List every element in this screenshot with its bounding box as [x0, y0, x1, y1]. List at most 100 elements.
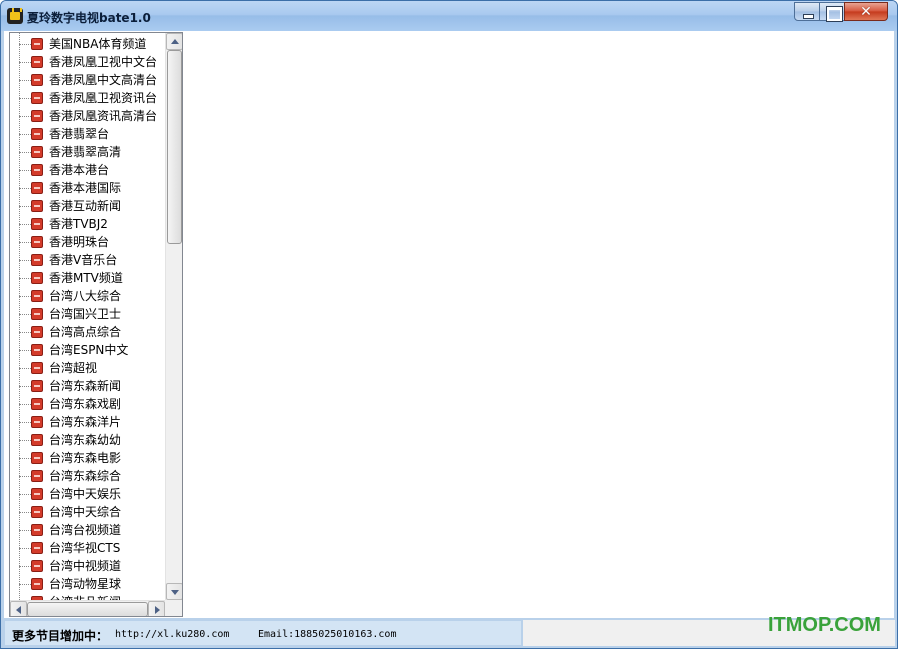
channel-icon — [31, 236, 43, 248]
channel-item[interactable]: 台湾台视频道 — [10, 521, 165, 539]
channel-label: 香港凤凰资讯高清台 — [49, 109, 158, 123]
channel-label: 香港互动新闻 — [49, 199, 122, 213]
channel-label: 香港凤凰中文高清台 — [49, 73, 158, 87]
channel-icon — [31, 452, 43, 464]
channel-item[interactable]: 台湾东森戏剧 — [10, 395, 165, 413]
channel-item[interactable]: 香港MTV频道 — [10, 269, 165, 287]
tree-branch-line — [19, 62, 31, 63]
channel-label: 台湾华视CTS — [49, 541, 121, 555]
channel-item[interactable]: 香港明珠台 — [10, 233, 165, 251]
tree-branch-line — [19, 404, 31, 405]
client-area: 美国NBA体育频道 香港凤凰卫视中文台香港凤凰中文高清台 香港凤凰卫视资讯台 香港凤凰… — [4, 31, 894, 618]
vertical-scrollbar[interactable] — [165, 33, 182, 600]
channel-item[interactable]: 香港凤凰卫视中文台 — [10, 53, 165, 71]
scroll-down-button[interactable] — [166, 583, 182, 600]
channel-item[interactable]: 台湾ESPN中文 — [10, 341, 165, 359]
channel-item[interactable]: 台湾东森综合 — [10, 467, 165, 485]
channel-label: 台湾东森洋片 — [49, 415, 122, 429]
minimize-icon — [795, 3, 819, 20]
tv-app-icon — [7, 8, 23, 24]
tree-branch-line — [19, 548, 31, 549]
channel-item[interactable]: 台湾非凡新闻 — [10, 593, 165, 600]
horizontal-scroll-thumb[interactable] — [27, 602, 148, 616]
channel-label: 台湾东森新闻 — [49, 379, 122, 393]
tree-branch-line — [19, 584, 31, 585]
channel-item[interactable]: 香港本港台 — [10, 161, 165, 179]
channel-icon — [31, 326, 43, 338]
channel-item[interactable]: 台湾中天娱乐 — [10, 485, 165, 503]
channel-label: 台湾台视频道 — [49, 523, 122, 537]
tree-branch-line — [19, 116, 31, 117]
tree-branch-line — [19, 188, 31, 189]
channel-icon — [31, 110, 43, 122]
channel-icon — [31, 200, 43, 212]
channel-item[interactable]: 台湾动物星球 — [10, 575, 165, 593]
channel-item[interactable]: 香港翡翠台 — [10, 125, 165, 143]
tree-branch-line — [19, 80, 31, 81]
title-bar[interactable]: 夏玲数字电视bate1.0 ✕ — [1, 1, 897, 31]
channel-item[interactable]: 台湾东森洋片 — [10, 413, 165, 431]
channel-label: 香港本港国际 — [49, 181, 122, 195]
channel-item[interactable]: 台湾华视CTS — [10, 539, 165, 557]
close-button[interactable]: ✕ — [844, 2, 888, 21]
scroll-up-button[interactable] — [166, 33, 182, 50]
channel-item[interactable]: 台湾高点综合 — [10, 323, 165, 341]
channel-icon — [31, 362, 43, 374]
channel-item[interactable]: 香港凤凰资讯高清台 — [10, 107, 165, 125]
watermark-text: ITMOP.COM — [768, 614, 881, 636]
scroll-right-button[interactable] — [148, 601, 165, 616]
channel-label: 香港翡翠高清 — [49, 145, 122, 159]
channel-item[interactable]: 香港凤凰中文高清台 — [10, 71, 165, 89]
channel-label: 香港明珠台 — [49, 235, 110, 249]
channel-label: 香港TVBJ2 — [49, 217, 108, 231]
channel-icon — [31, 542, 43, 554]
channel-icon — [31, 92, 43, 104]
scrollbar-corner — [165, 600, 182, 616]
channel-item[interactable]: 台湾东森幼幼 — [10, 431, 165, 449]
status-email: Email:1885025010163.com — [258, 629, 397, 640]
channel-item[interactable]: 台湾东森电影 — [10, 449, 165, 467]
arrow-left-icon — [16, 606, 21, 614]
channel-label: 香港凤凰卫视资讯台 — [49, 91, 158, 105]
channel-item[interactable]: 台湾中天综合 — [10, 503, 165, 521]
tree-branch-line — [19, 350, 31, 351]
video-view[interactable] — [185, 31, 894, 618]
channel-item[interactable]: 台湾东森新闻 — [10, 377, 165, 395]
status-bar: 更多节目增加中： http://xl.ku280.com Email:18850… — [4, 620, 522, 646]
channel-tree[interactable]: 美国NBA体育频道 香港凤凰卫视中文台香港凤凰中文高清台 香港凤凰卫视资讯台 香港凤凰… — [9, 32, 183, 617]
channel-item[interactable]: 香港凤凰卫视资讯台 — [10, 89, 165, 107]
channel-icon — [31, 524, 43, 536]
arrow-up-icon — [171, 39, 179, 44]
tree-branch-line — [19, 170, 31, 171]
status-url: http://xl.ku280.com — [115, 629, 230, 640]
tree-branch-line — [19, 476, 31, 477]
maximize-button[interactable] — [819, 2, 845, 22]
horizontal-scrollbar[interactable] — [10, 600, 165, 616]
channel-item[interactable]: 美国NBA体育频道 — [10, 35, 165, 53]
channel-item[interactable]: 香港TVBJ2 — [10, 215, 165, 233]
scroll-left-button[interactable] — [10, 601, 27, 616]
tree-branch-line — [19, 44, 31, 45]
channel-item[interactable]: 香港翡翠高清 — [10, 143, 165, 161]
tree-branch-line — [19, 260, 31, 261]
channel-item[interactable]: 台湾八大综合 — [10, 287, 165, 305]
channel-item[interactable]: 台湾国兴卫士 — [10, 305, 165, 323]
channel-icon — [31, 182, 43, 194]
tree-branch-line — [19, 368, 31, 369]
channel-icon — [31, 506, 43, 518]
vertical-scroll-thumb[interactable] — [167, 50, 182, 244]
tree-branch-line — [19, 206, 31, 207]
window-title: 夏玲数字电视bate1.0 — [27, 11, 151, 25]
channel-item[interactable]: 台湾超视 — [10, 359, 165, 377]
channel-label: 香港翡翠台 — [49, 127, 110, 141]
channel-label: 台湾东森戏剧 — [49, 397, 122, 411]
tree-branch-line — [19, 224, 31, 225]
channel-item[interactable]: 台湾中视频道 — [10, 557, 165, 575]
channel-item[interactable]: 香港本港国际 — [10, 179, 165, 197]
channel-item[interactable]: 香港V音乐台 — [10, 251, 165, 269]
minimize-button[interactable] — [794, 2, 820, 21]
channel-item[interactable]: 香港互动新闻 — [10, 197, 165, 215]
channel-label: 台湾高点综合 — [49, 325, 122, 339]
channel-label: 台湾八大综合 — [49, 289, 122, 303]
channel-icon — [31, 434, 43, 446]
